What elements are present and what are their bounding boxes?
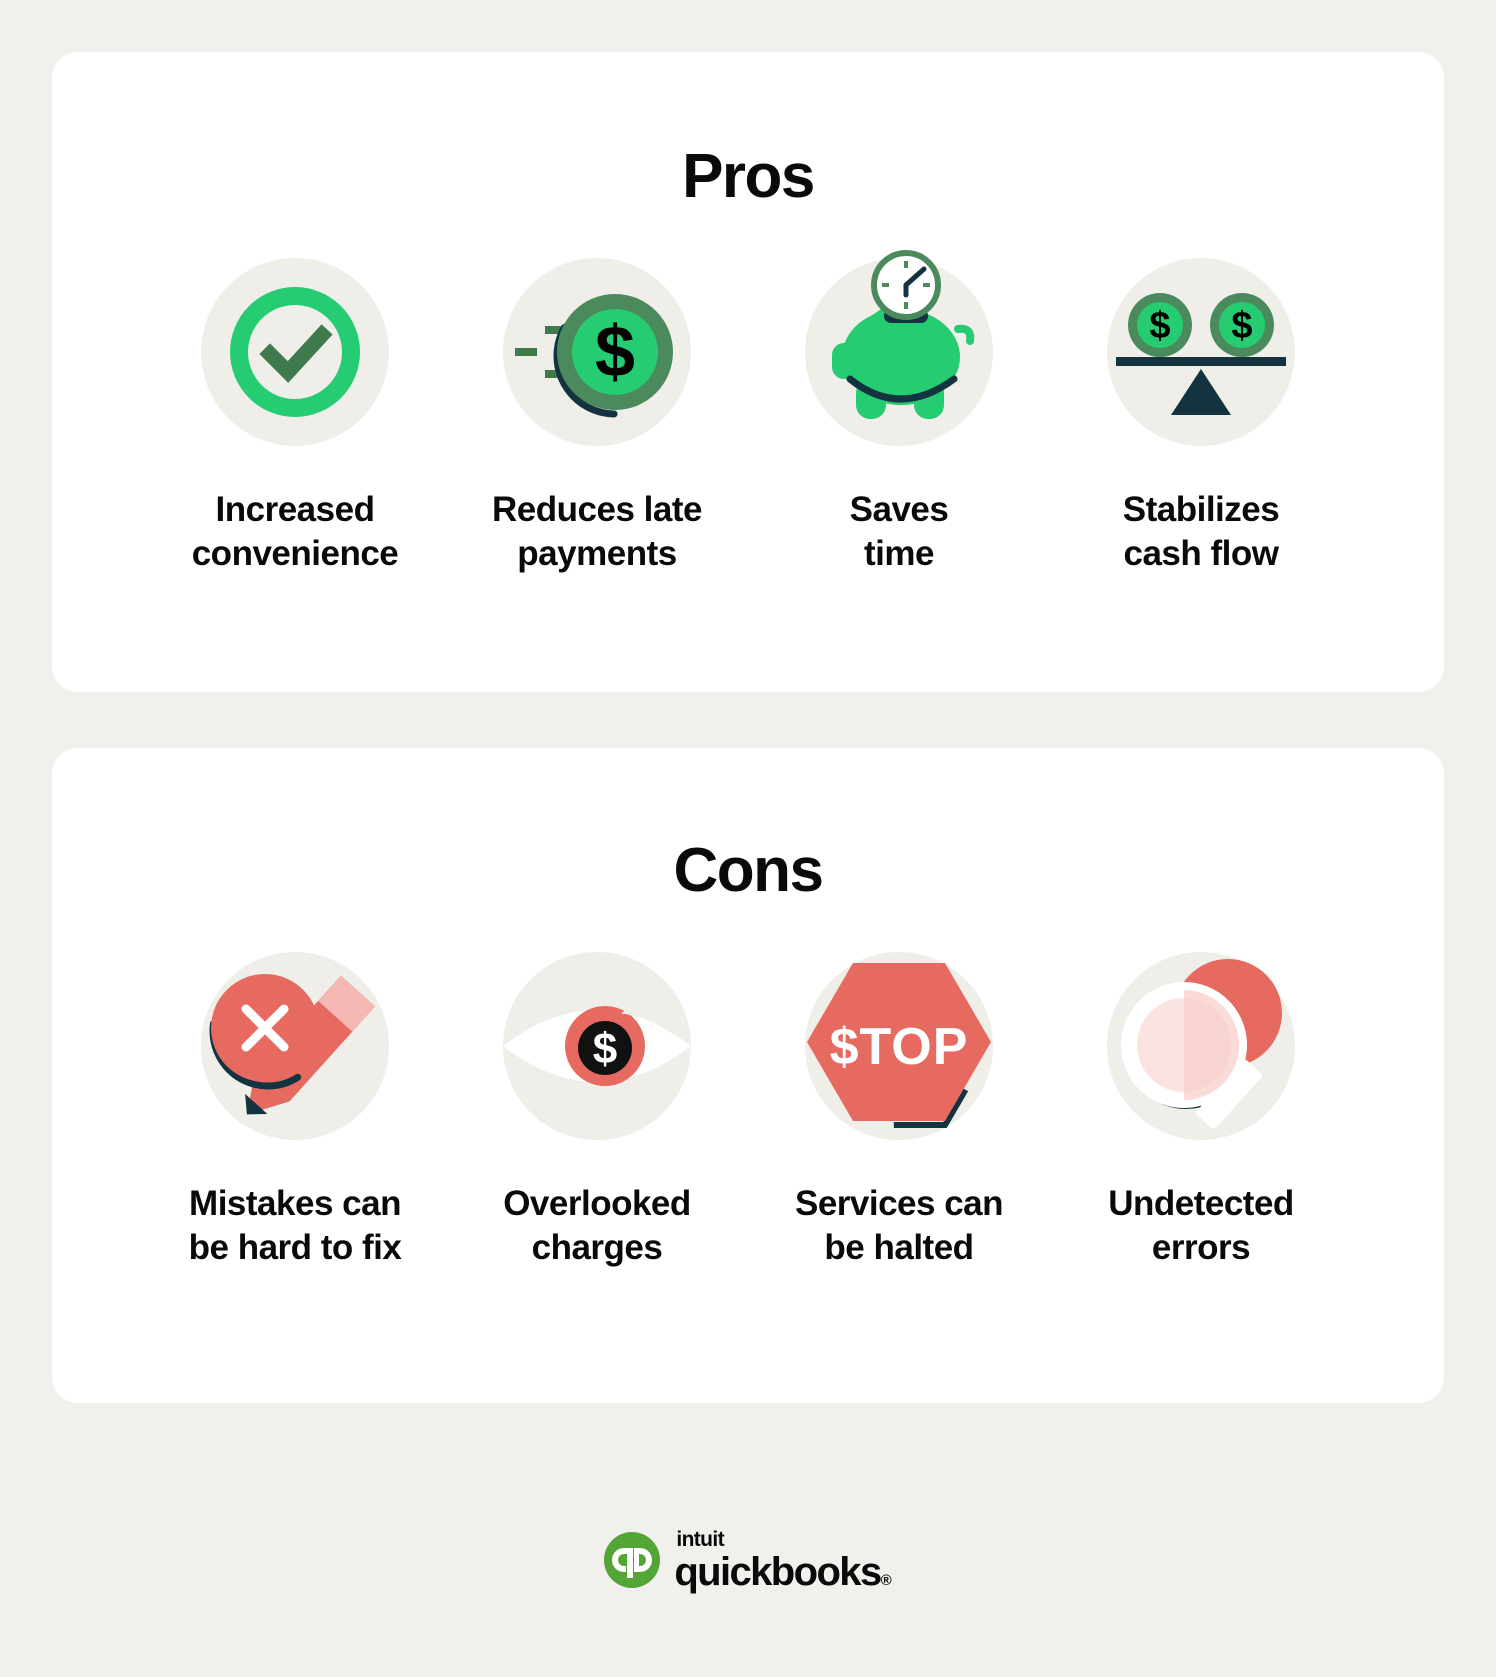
cons-item-label: Overlooked charges xyxy=(503,1184,691,1268)
pros-item-label: Stabilizes cash flow xyxy=(1122,490,1280,574)
fast-dollar-coin-icon: $ xyxy=(503,258,691,446)
pros-card: Pros Increased convenience $ Reduces lat… xyxy=(52,52,1444,692)
quickbooks-logo: intuit quickbooks® xyxy=(604,1529,892,1592)
piggy-bank-clock-icon xyxy=(805,250,993,446)
dollar-glyph: $ xyxy=(595,312,635,392)
cons-item-label: Undetected errors xyxy=(1108,1184,1294,1268)
eye-dollar-icon: $ xyxy=(503,952,691,1140)
pros-title: Pros xyxy=(682,142,815,211)
logo-wordmark: intuit quickbooks® xyxy=(674,1529,891,1592)
cons-item-undetected-errors: Undetected errors xyxy=(1050,952,1352,1271)
stop-sign-label: $TOP xyxy=(830,1018,969,1076)
stop-sign-icon: $TOP xyxy=(803,952,995,1140)
pros-item-label: Increased convenience xyxy=(191,490,399,574)
cons-item-label: Mistakes can be hard to fix xyxy=(188,1184,402,1268)
cons-title: Cons xyxy=(673,836,825,905)
pros-item-label: Reduces late payments xyxy=(492,490,702,574)
pros-item-label: Saves time xyxy=(849,490,949,574)
balance-scale-coins-icon: $ $ xyxy=(1107,258,1295,446)
cons-items: Mistakes can be hard to fix $ Overlooked… xyxy=(52,952,1444,1271)
cons-item-services-halted: $TOP Services can be halted xyxy=(748,952,1050,1271)
cons-item-mistakes-hard-to-fix: Mistakes can be hard to fix xyxy=(144,952,446,1271)
infographic-page: Pros Increased convenience $ Reduces lat… xyxy=(0,0,1496,1677)
pros-item-increased-convenience: Increased convenience xyxy=(144,258,446,577)
pros-items: Increased convenience $ Reduces late pay… xyxy=(52,250,1444,577)
footer: intuit quickbooks® xyxy=(52,1443,1444,1677)
pros-item-reduces-late-payments: $ Reduces late payments xyxy=(446,258,748,577)
quickbooks-wordmark: quickbooks® xyxy=(674,1549,892,1594)
dollar-glyph: $ xyxy=(593,1025,617,1074)
intuit-wordmark: intuit xyxy=(676,1527,725,1551)
pencil-error-icon xyxy=(201,952,389,1140)
cons-card: Cons Mistakes can be hard to fix $ Overl… xyxy=(52,748,1444,1403)
pros-item-stabilizes-cash-flow: $ $ Stabilizes cash flow xyxy=(1050,258,1352,577)
pros-item-saves-time: Saves time xyxy=(748,250,1050,577)
magnifying-glass-icon xyxy=(1107,952,1295,1140)
dollar-glyph: $ xyxy=(1231,305,1252,347)
check-circle-icon xyxy=(201,258,389,446)
registered-mark: ® xyxy=(880,1571,892,1589)
dollar-glyph: $ xyxy=(1149,305,1170,347)
cons-item-overlooked-charges: $ Overlooked charges xyxy=(446,952,748,1271)
cons-item-label: Services can be halted xyxy=(794,1184,1004,1268)
quickbooks-qb-mark-icon xyxy=(604,1532,661,1588)
